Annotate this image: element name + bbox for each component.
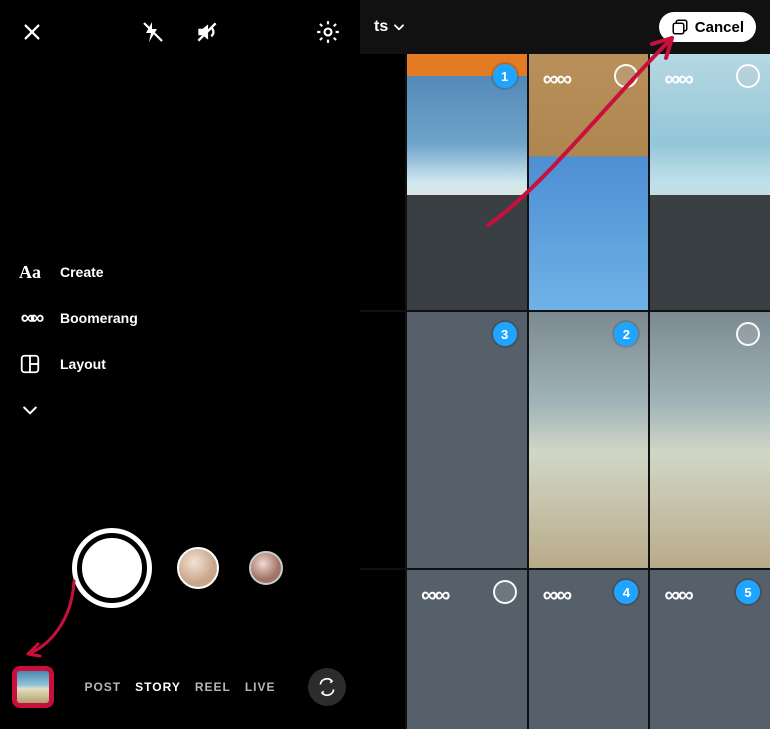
mute-icon [194, 19, 220, 45]
selection-order-badge[interactable]: 5 [736, 580, 760, 604]
camera-tabs: POST STORY REEL LIVE [64, 680, 296, 694]
boomerang-indicator: ∞∞ [664, 66, 691, 92]
gallery-item[interactable]: ∞∞ 5 [650, 570, 770, 729]
flash-toggle[interactable] [139, 18, 167, 46]
gallery-item[interactable]: 3 [407, 312, 527, 568]
mode-label: Boomerang [60, 310, 138, 326]
multiselect-icon [671, 18, 689, 36]
mode-list: Aa Create ∞∞ Boomerang Layout [18, 260, 138, 422]
album-selector[interactable]: ts [374, 18, 406, 36]
gallery-item[interactable]: ∞∞ [650, 54, 770, 310]
capture-row [0, 530, 360, 606]
boomerang-indicator: ∞∞ [421, 582, 448, 608]
close-button[interactable] [18, 18, 46, 46]
selection-circle[interactable] [493, 580, 517, 604]
layout-icon [18, 352, 42, 376]
chevron-down-icon [392, 20, 406, 34]
type-icon: Aa [18, 260, 42, 284]
mode-create[interactable]: Aa Create [18, 260, 138, 284]
boomerang-indicator: ∞∞ [543, 582, 570, 608]
cancel-label: Cancel [695, 19, 744, 36]
open-gallery-button[interactable] [14, 668, 52, 706]
boomerang-indicator: ∞∞ [543, 66, 570, 92]
gallery-item[interactable] [650, 312, 770, 568]
selection-order-badge[interactable]: 2 [614, 322, 638, 346]
mode-expand[interactable] [18, 398, 138, 422]
selection-circle[interactable] [614, 64, 638, 88]
selection-order-badge[interactable]: 3 [493, 322, 517, 346]
gallery-picker-screen: ts Cancel 1 ∞∞ ∞∞ 3 2 ∞∞ ∞∞ 4 ∞∞ 5 [360, 0, 770, 729]
grid-gutter [360, 570, 405, 729]
selection-order-badge[interactable]: 1 [493, 64, 517, 88]
gallery-item[interactable]: ∞∞ 4 [529, 570, 649, 729]
selection-circle[interactable] [736, 322, 760, 346]
mute-toggle[interactable] [193, 18, 221, 46]
gallery-grid: 1 ∞∞ ∞∞ 3 2 ∞∞ ∞∞ 4 ∞∞ 5 [360, 54, 770, 729]
switch-camera-icon [317, 677, 337, 697]
selection-circle[interactable] [736, 64, 760, 88]
mode-label: Layout [60, 356, 106, 372]
mode-label: Create [60, 264, 104, 280]
camera-screen: Aa Create ∞∞ Boomerang Layout [0, 0, 360, 729]
flash-off-icon [141, 20, 165, 44]
tab-live[interactable]: LIVE [245, 680, 276, 694]
switch-camera-button[interactable] [308, 668, 346, 706]
chevron-down-icon [18, 398, 42, 422]
selection-order-badge[interactable]: 4 [614, 580, 638, 604]
effect-thumb-1[interactable] [177, 547, 219, 589]
mode-boomerang[interactable]: ∞∞ Boomerang [18, 306, 138, 330]
boomerang-indicator: ∞∞ [664, 582, 691, 608]
camera-top-center [139, 18, 221, 46]
picker-top-bar: ts Cancel [360, 0, 770, 54]
infinity-icon: ∞∞ [18, 306, 42, 330]
gallery-item[interactable]: 1 [407, 54, 527, 310]
tab-post[interactable]: POST [84, 680, 121, 694]
album-label-fragment: ts [374, 18, 388, 36]
camera-top-bar [0, 0, 360, 64]
shutter-button[interactable] [77, 533, 147, 603]
tab-reel[interactable]: REEL [195, 680, 231, 694]
grid-gutter [360, 312, 405, 568]
close-icon [21, 21, 43, 43]
mode-layout[interactable]: Layout [18, 352, 138, 376]
tab-story[interactable]: STORY [135, 680, 181, 694]
camera-bottom-bar: POST STORY REEL LIVE [0, 663, 360, 711]
gallery-item[interactable]: 2 [529, 312, 649, 568]
effect-thumb-2[interactable] [249, 551, 283, 585]
gallery-item[interactable]: ∞∞ [529, 54, 649, 310]
gallery-item[interactable]: ∞∞ [407, 570, 527, 729]
cancel-multiselect-button[interactable]: Cancel [659, 12, 756, 42]
gear-icon [315, 19, 341, 45]
settings-button[interactable] [314, 18, 342, 46]
grid-gutter [360, 54, 405, 310]
